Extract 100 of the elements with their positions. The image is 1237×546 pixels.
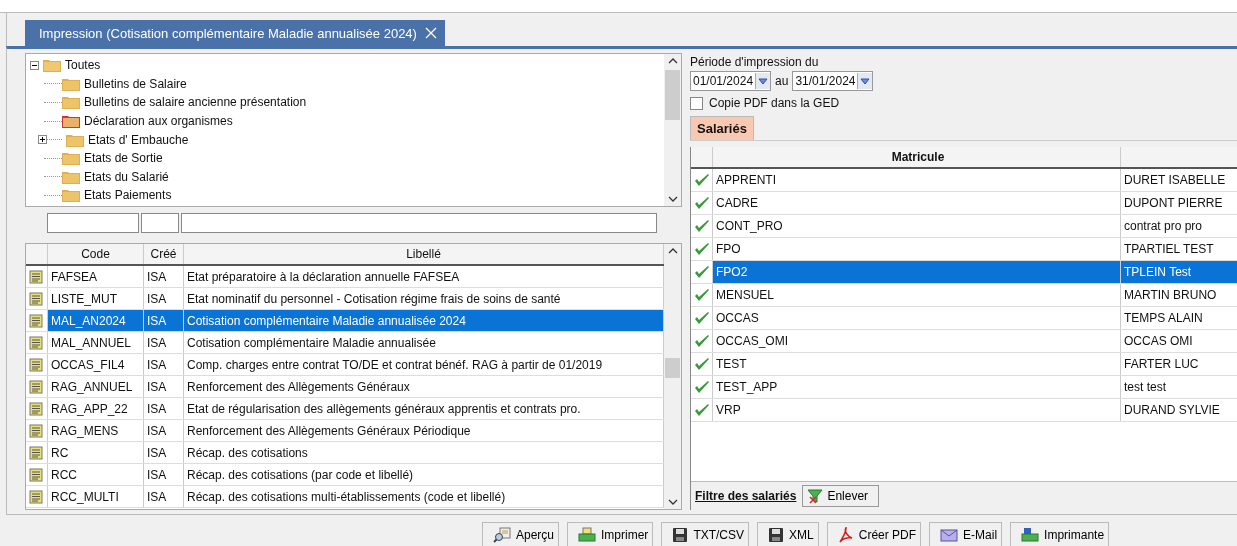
table-row[interactable]: RC ISA Récap. des cotisations: [26, 442, 664, 464]
table-cell: OCCAS_FIL4: [48, 354, 144, 375]
table-cell: TPLEIN Test: [1121, 261, 1237, 283]
report-icon: [29, 357, 43, 372]
table-row[interactable]: TEST_APP test test: [691, 376, 1237, 399]
check-icon[interactable]: [694, 218, 710, 234]
table-cell-text: OCCAS OMI: [1123, 333, 1194, 350]
period-label: Période d'impression du: [690, 55, 820, 69]
tree-item[interactable]: Etats de Sortie: [84, 151, 163, 166]
action-button[interactable]: Imprimer: [567, 522, 654, 546]
check-icon[interactable]: [694, 287, 710, 303]
check-icon[interactable]: [694, 402, 710, 418]
table-cell: ISA: [144, 442, 184, 463]
table-cell: ISA: [144, 376, 184, 397]
tree-item[interactable]: Déclaration aux organismes: [84, 114, 233, 129]
report-icon: [29, 335, 43, 350]
expand-icon[interactable]: [38, 135, 47, 145]
filter-field[interactable]: [181, 213, 657, 233]
column-header[interactable]: Créé: [144, 244, 184, 264]
table-cell: ISA: [144, 266, 184, 287]
action-button[interactable]: E-Mail: [929, 522, 1003, 546]
table-row[interactable]: CONT_PRO contrat pro pro: [691, 215, 1237, 238]
table-row[interactable]: OCCAS_FIL4 ISA Comp. charges entre contrat TO/DE et contrat bénéf. RAG à partir de 01/2019: [26, 354, 664, 376]
check-icon[interactable]: [694, 241, 710, 257]
table-row[interactable]: RCC_MULTI ISA Récap. des cotisations multi-établissements (code et libellé): [26, 486, 664, 508]
table-cell: ISA: [144, 332, 184, 353]
column-header[interactable]: Code: [48, 244, 144, 264]
filter-label[interactable]: Filtre des salariés: [695, 489, 797, 503]
table-cell-text: TPARTIEL TEST: [1123, 241, 1215, 258]
table-row[interactable]: OCCAS_OMI OCCAS OMI: [691, 330, 1237, 353]
remove-filter-button[interactable]: Enlever: [802, 485, 880, 507]
report-icon: [29, 269, 43, 284]
printer-icon: [1021, 526, 1040, 543]
scroll-thumb[interactable]: [665, 70, 680, 120]
tree-item[interactable]: Toutes: [30, 56, 664, 75]
scrollbar[interactable]: [664, 244, 681, 509]
dropdown-icon[interactable]: [857, 73, 873, 89]
table-cell: CADRE: [713, 192, 1121, 214]
table-cell: ISA: [144, 420, 184, 441]
check-icon[interactable]: [694, 195, 710, 211]
envelope-icon: [940, 527, 959, 542]
table-cell: Cotisation complémentaire Maladie annualisée 2024: [184, 310, 664, 331]
table-cell: RCC_MULTI: [48, 486, 144, 507]
close-icon[interactable]: [424, 27, 437, 39]
tree-item[interactable]: Etats Paiements: [84, 188, 172, 203]
table-row[interactable]: MAL_AN2024 ISA Cotisation complémentaire Maladie annualisée 2024: [26, 310, 664, 332]
date-field[interactable]: 01/01/2024: [690, 71, 772, 91]
table-row[interactable]: CADRE DUPONT PIERRE: [691, 192, 1237, 215]
magnifier-icon: [493, 526, 511, 543]
table-row[interactable]: FAFSEA ISA Etat préparatoire à la déclaration annuelle FAFSEA: [26, 266, 664, 288]
table-row[interactable]: MAL_ANNUEL ISA Cotisation complémentaire Maladie annualisée: [26, 332, 664, 354]
table-row[interactable]: RAG_ANNUEL ISA Renforcement des Allègements Généraux: [26, 376, 664, 398]
checkbox[interactable]: [690, 96, 703, 110]
tab[interactable]: Salariés: [690, 116, 754, 140]
action-button[interactable]: Créer PDF: [826, 522, 922, 546]
tree-item[interactable]: Bulletins de salaire ancienne présentation: [84, 95, 307, 110]
table-row[interactable]: RAG_MENS ISA Renforcement des Allègements Généraux Périodique: [26, 420, 664, 442]
check-icon[interactable]: [694, 310, 710, 326]
table-row[interactable]: VRP DURAND SYLVIE: [691, 399, 1237, 422]
table-cell: MAL_AN2024: [48, 310, 144, 331]
table-row[interactable]: OCCAS TEMPS ALAIN: [691, 307, 1237, 330]
action-button[interactable]: XML: [757, 522, 819, 546]
tree-item[interactable]: Bulletins de Salaire: [84, 76, 187, 91]
tree-item[interactable]: Etats du Salarié: [84, 169, 169, 184]
table-cell-text: FARTER LUC: [1123, 356, 1200, 373]
table-cell: RCC: [48, 464, 144, 485]
table-cell: ISA: [144, 398, 184, 419]
filter-field[interactable]: [47, 213, 139, 233]
report-icon: [29, 313, 43, 328]
table-cell: TEST_APP: [713, 376, 1121, 398]
action-button[interactable]: TXT/CSV: [661, 522, 750, 546]
collapse-icon[interactable]: [30, 60, 39, 70]
filter-icon: [807, 488, 824, 504]
tree-item[interactable]: Etats d' Embauche: [88, 132, 189, 147]
dropdown-icon[interactable]: [755, 73, 771, 89]
check-icon[interactable]: [694, 379, 710, 395]
check-icon[interactable]: [694, 172, 710, 188]
scrollbar[interactable]: [664, 54, 681, 206]
table-cell-text: DURET ISABELLE: [1123, 172, 1227, 189]
table-row[interactable]: FPO2 TPLEIN Test: [691, 261, 1237, 284]
check-icon[interactable]: [694, 264, 710, 280]
table-cell-text: TEMPS ALAIN: [1123, 310, 1204, 327]
filter-field[interactable]: [141, 213, 179, 233]
table-cell-text: DUPONT PIERRE: [1123, 195, 1224, 212]
check-icon[interactable]: [694, 356, 710, 372]
table-cell: ISA: [144, 486, 184, 507]
action-button[interactable]: Aperçu: [482, 522, 560, 546]
scroll-thumb[interactable]: [665, 358, 680, 378]
document-tab[interactable]: Impression (Cotisation complémentaire Maladie annualisée 2024): [25, 20, 445, 46]
table-row[interactable]: APPRENTI DURET ISABELLE: [691, 169, 1237, 192]
table-row[interactable]: RCC ISA Récap. des cotisations (par code et libellé): [26, 464, 664, 486]
action-button[interactable]: Imprimante: [1010, 522, 1110, 546]
report-icon: [29, 291, 43, 306]
table-cell-text: test test: [1123, 379, 1168, 396]
date-field[interactable]: 31/01/2024: [792, 71, 874, 91]
table-row[interactable]: MENSUEL MARTIN BRUNO: [691, 284, 1237, 307]
check-icon[interactable]: [694, 333, 710, 349]
table-cell: FAFSEA: [48, 266, 144, 287]
table-row[interactable]: TEST FARTER LUC: [691, 353, 1237, 376]
table-row[interactable]: RAG_APP_22 ISA Etat de régularisation des allègements généraux apprentis et contrats pro.: [26, 398, 664, 420]
